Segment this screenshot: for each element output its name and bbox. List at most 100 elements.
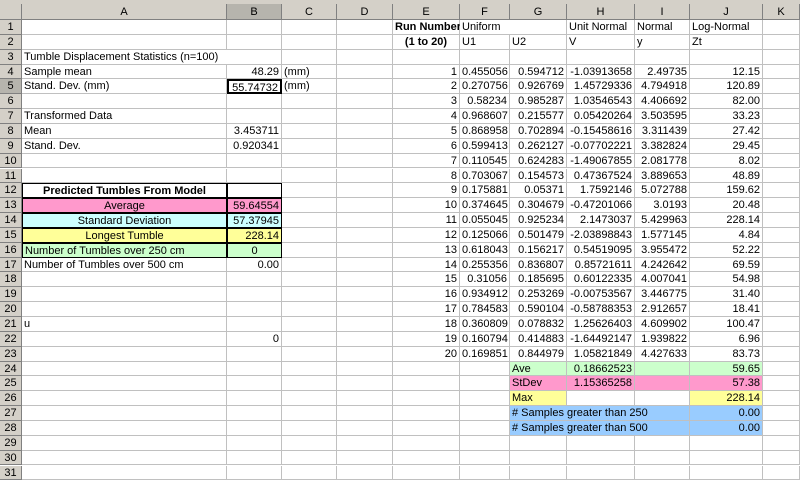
over-250-value[interactable]: 0 [227,242,282,258]
table-cell[interactable]: -0.47201066 [567,198,635,214]
row-header-23[interactable]: 23 [0,346,22,362]
table-cell[interactable]: 0.618043 [460,242,510,258]
grid-cell[interactable] [763,287,800,303]
table-cell[interactable]: 3.503595 [635,109,690,124]
grid-cell[interactable] [763,435,800,451]
table-cell[interactable]: 0.156217 [510,242,567,258]
table-cell[interactable]: 0.868958 [460,123,510,139]
grid-cell[interactable] [22,302,227,317]
table-cell[interactable]: 0.05420264 [567,109,635,124]
grid-cell[interactable] [763,242,800,258]
row-header-8[interactable]: 8 [0,123,22,139]
row-header-9[interactable]: 9 [0,138,22,154]
table-cell[interactable]: 18.41 [690,302,763,317]
table-cell[interactable]: 8.02 [690,153,763,169]
grid-cell[interactable] [282,198,337,214]
grid-cell[interactable] [635,49,690,65]
table-cell[interactable]: -1.03913658 [567,64,635,80]
header-run-number[interactable]: Run Number [393,20,461,35]
table-cell[interactable]: 0.414883 [510,331,567,347]
table-cell[interactable]: 33.23 [690,109,763,124]
table-cell[interactable]: 69.59 [690,257,763,273]
grid-cell[interactable] [510,450,567,466]
grid-cell[interactable] [460,391,510,407]
table-cell[interactable]: 0.360809 [460,317,510,332]
grid-cell[interactable] [337,435,393,451]
row-header-25[interactable]: 25 [0,376,22,392]
row-header-28[interactable]: 28 [0,420,22,436]
grid-cell[interactable] [337,153,393,169]
header-log-normal[interactable]: Log-Normal [690,20,763,35]
table-cell[interactable]: 159.62 [690,183,763,199]
grid-cell[interactable] [337,64,393,80]
grid-cell[interactable] [337,213,393,228]
grid-cell[interactable] [337,34,393,50]
row-header-30[interactable]: 30 [0,450,22,466]
table-cell[interactable]: 0.968607 [460,109,510,124]
stats-title[interactable]: Tumble Displacement Statistics (n=100) [22,49,282,65]
summary-stdev-right[interactable]: 57.38 [690,376,763,392]
grid-cell[interactable] [337,302,393,317]
table-cell[interactable]: 18 [393,317,460,332]
summary-max-right[interactable]: 228.14 [690,391,763,407]
row-header-15[interactable]: 15 [0,227,22,243]
grid-cell[interactable] [763,272,800,288]
grid-cell[interactable] [337,79,393,95]
grid-cell[interactable] [763,420,800,436]
grid-cell[interactable] [460,361,510,377]
table-cell[interactable]: 3.311439 [635,123,690,139]
table-cell[interactable]: 29.45 [690,138,763,154]
over-250-label[interactable]: Number of Tumbles over 250 cm [22,242,227,258]
row22-value[interactable]: 0 [227,331,282,347]
grid-cell[interactable] [22,20,227,35]
row-header-12[interactable]: 12 [0,183,22,199]
table-cell[interactable]: 5 [393,123,460,139]
summary-250-right[interactable]: 0.00 [690,406,763,421]
grid-cell[interactable] [763,64,800,80]
longest-tumble-label[interactable]: Longest Tumble [22,227,227,243]
table-cell[interactable]: 7 [393,153,460,169]
grid-cell[interactable] [337,346,393,362]
table-cell[interactable]: 3.382824 [635,138,690,154]
table-cell[interactable]: 0.160794 [460,331,510,347]
grid-cell[interactable] [635,435,690,451]
column-header-a[interactable]: A [22,4,227,20]
grid-cell[interactable] [22,406,227,421]
grid-cell[interactable] [763,257,800,273]
column-header-k[interactable]: K [763,4,800,20]
grid-cell[interactable] [227,168,282,184]
grid-cell[interactable] [393,49,460,65]
summary-stdev-label[interactable]: StDev [510,376,567,392]
grid-cell[interactable] [763,168,800,184]
table-cell[interactable]: 31.40 [690,287,763,303]
sample-mean-value[interactable]: 48.29 [227,64,282,80]
table-cell[interactable]: 0.125066 [460,227,510,243]
grid-cell[interactable] [227,20,282,35]
row-header-21[interactable]: 21 [0,317,22,332]
summary-max-blank[interactable] [567,391,635,407]
grid-cell[interactable] [227,450,282,466]
grid-cell[interactable] [763,153,800,169]
grid-cell[interactable] [337,49,393,65]
grid-cell[interactable] [282,242,337,258]
header-run-range[interactable]: (1 to 20) [393,34,460,50]
table-cell[interactable]: 120.89 [690,79,763,95]
table-cell[interactable]: 3.446775 [635,287,690,303]
grid-cell[interactable] [227,272,282,288]
grid-cell[interactable] [393,435,460,451]
grid-cell[interactable] [282,435,337,451]
table-cell[interactable]: 0.055045 [460,213,510,228]
grid-cell[interactable] [763,227,800,243]
std-dev-label[interactable]: Stand. Dev. (mm) [22,79,227,95]
table-cell[interactable]: 1 [393,64,460,80]
grid-cell[interactable] [282,94,337,110]
grid-cell[interactable] [282,450,337,466]
grid-cell[interactable] [337,109,393,124]
table-cell[interactable]: 0.05371 [510,183,567,199]
table-cell[interactable]: 0.54519095 [567,242,635,258]
grid-cell[interactable] [763,183,800,199]
column-header-d[interactable]: D [337,4,393,20]
grid-cell[interactable] [282,272,337,288]
column-header-j[interactable]: J [690,4,763,20]
grid-cell[interactable] [763,123,800,139]
